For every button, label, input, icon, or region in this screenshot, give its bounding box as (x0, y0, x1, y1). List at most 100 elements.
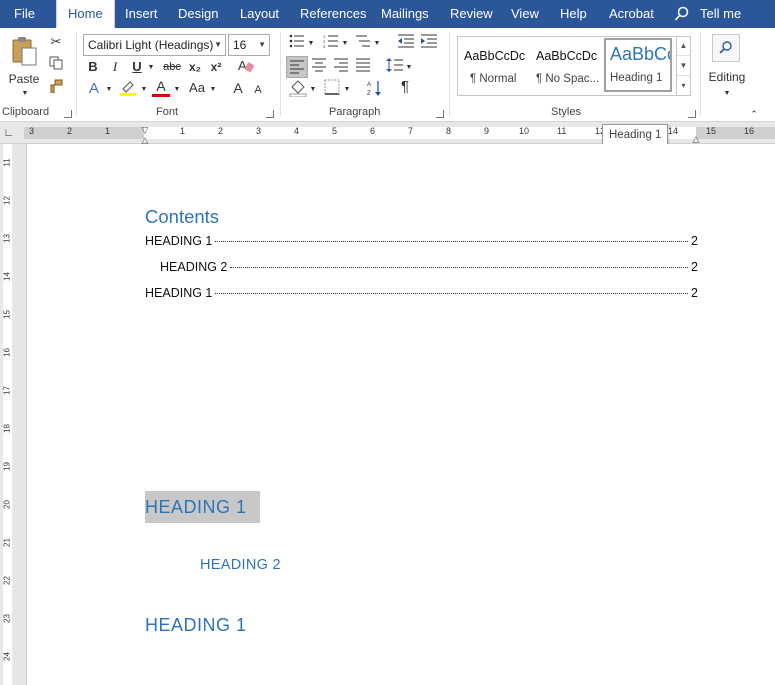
chevron-down-icon[interactable]: ▼ (404, 59, 414, 77)
ruler-number: 3 (256, 126, 262, 136)
superscript-button[interactable]: x² (207, 58, 225, 76)
chevron-down-icon[interactable]: ▼ (139, 81, 149, 99)
toc-entry[interactable]: HEADING 1 2 (145, 234, 698, 250)
clear-formatting-icon[interactable]: A (236, 57, 256, 78)
chevron-down-icon[interactable]: ▼ (20, 85, 30, 103)
search-icon[interactable] (674, 0, 690, 28)
chevron-down-icon[interactable]: ▼ (104, 81, 114, 99)
tab-review[interactable]: Review (450, 0, 493, 28)
chevron-down-icon[interactable]: ▼ (722, 85, 732, 103)
chevron-down-icon[interactable]: ▼ (340, 35, 350, 53)
tab-insert[interactable]: Insert (125, 0, 158, 28)
decrease-indent-icon[interactable] (396, 34, 416, 53)
cut-icon[interactable]: ✂ (47, 33, 65, 51)
svg-text:3: 3 (323, 44, 326, 48)
style-normal[interactable]: AaBbCcDc ¶ Normal (460, 39, 528, 93)
tab-view[interactable]: View (511, 0, 539, 28)
toc-entry[interactable]: HEADING 2 2 (160, 260, 698, 276)
group-label-font: Font (156, 106, 179, 118)
style-heading-1[interactable]: AaBbCc Heading 1 (604, 38, 672, 92)
tab-layout[interactable]: Layout (240, 0, 279, 28)
chevron-down-icon[interactable]: ▼ (172, 81, 182, 99)
borders-icon[interactable] (322, 79, 342, 100)
format-painter-icon[interactable] (47, 79, 65, 98)
chevron-down-icon[interactable]: ▼ (258, 35, 266, 55)
paragraph-launcher-icon[interactable] (436, 110, 444, 118)
editing-button[interactable]: Editing (704, 68, 750, 86)
grow-font-button[interactable]: A (230, 79, 246, 97)
tab-mailings[interactable]: Mailings (381, 0, 429, 28)
find-icon[interactable] (712, 34, 740, 62)
tell-me-box[interactable]: Tell me (700, 0, 741, 28)
chevron-down-icon[interactable]: ▼ (214, 35, 222, 55)
more-styles-icon[interactable]: ▾ (677, 76, 690, 96)
vertical-ruler-track (3, 144, 12, 685)
italic-button[interactable]: I (107, 58, 123, 76)
vruler-number: 14 (2, 272, 12, 281)
tab-home[interactable]: Home (56, 0, 115, 28)
show-hide-button[interactable]: ¶ (396, 78, 414, 96)
toc-entry[interactable]: HEADING 1 2 (145, 286, 698, 302)
scroll-up-icon[interactable]: ▲ (677, 36, 690, 56)
vruler-number: 19 (2, 462, 12, 471)
scroll-down-icon[interactable]: ▼ (677, 56, 690, 76)
chevron-down-icon[interactable]: ▼ (342, 81, 352, 99)
toc-title[interactable]: Contents (145, 206, 219, 228)
paste-icon[interactable] (10, 36, 38, 66)
font-name-combo[interactable]: Calibri Light (Headings) ▼ (83, 34, 226, 56)
heading-2[interactable]: HEADING 2 (200, 557, 281, 573)
style-no-spacing[interactable]: AaBbCcDc ¶ No Spac... (532, 39, 600, 93)
chevron-down-icon[interactable]: ▼ (308, 81, 318, 99)
styles-launcher-icon[interactable] (688, 110, 696, 118)
highlight-color-icon[interactable] (118, 79, 138, 102)
chevron-down-icon[interactable]: ▼ (372, 35, 382, 53)
align-right-button[interactable] (332, 58, 350, 77)
copy-icon[interactable] (47, 56, 65, 75)
font-size-value: 16 (233, 38, 247, 52)
tab-help[interactable]: Help (560, 0, 587, 28)
style-normal-sample: AaBbCcDc (464, 49, 526, 63)
numbering-icon[interactable]: 123 (322, 34, 340, 53)
group-divider (449, 32, 450, 116)
strikethrough-button[interactable]: abc (160, 58, 184, 76)
collapse-ribbon-icon[interactable]: ⌃ (748, 105, 760, 123)
style-no-spacing-sample: AaBbCcDc (536, 49, 598, 63)
menu-bar: File Home Insert Design Layout Reference… (0, 0, 775, 28)
font-size-combo[interactable]: 16 ▼ (228, 34, 270, 56)
shading-icon[interactable] (288, 79, 308, 102)
line-spacing-icon[interactable] (386, 57, 404, 78)
tab-file[interactable]: File (14, 0, 35, 28)
sort-icon[interactable]: AZ (366, 79, 384, 102)
multilevel-list-icon[interactable] (354, 34, 372, 53)
change-case-button[interactable]: Aa (186, 79, 208, 97)
font-launcher-icon[interactable] (266, 110, 274, 118)
toc-entry-label: HEADING 1 (145, 286, 213, 300)
align-center-button[interactable] (310, 58, 328, 77)
subscript-button[interactable]: x₂ (186, 58, 204, 76)
bullets-icon[interactable] (288, 34, 306, 53)
tab-design[interactable]: Design (178, 0, 218, 28)
bold-button[interactable]: B (85, 58, 101, 76)
chevron-down-icon[interactable]: ▼ (306, 35, 316, 53)
tab-selector-icon[interactable]: ∟ (2, 124, 16, 142)
increase-indent-icon[interactable] (419, 34, 439, 53)
text-effects-button[interactable]: A (85, 80, 103, 98)
chevron-down-icon[interactable]: ▼ (208, 81, 218, 99)
group-divider (700, 32, 701, 116)
heading-1[interactable]: HEADING 1 (145, 615, 247, 636)
clipboard-launcher-icon[interactable] (64, 110, 72, 118)
chevron-down-icon[interactable]: ▼ (146, 59, 156, 77)
tab-references[interactable]: References (300, 0, 366, 28)
heading-1-selected[interactable]: HEADING 1 (145, 491, 260, 523)
ruler-number: 3 (29, 126, 35, 136)
justify-button[interactable] (354, 58, 372, 77)
vertical-ruler[interactable]: 11 12 13 14 15 16 17 18 19 20 21 22 23 2… (0, 144, 14, 685)
underline-button[interactable]: U (129, 58, 145, 76)
tab-acrobat[interactable]: Acrobat (609, 0, 654, 28)
document-page[interactable] (26, 144, 775, 685)
shrink-font-button[interactable]: A (251, 81, 265, 99)
align-left-button[interactable] (286, 56, 308, 78)
vruler-number: 24 (2, 652, 12, 661)
font-color-button[interactable]: A (152, 78, 170, 97)
group-label-styles: Styles (551, 106, 581, 118)
